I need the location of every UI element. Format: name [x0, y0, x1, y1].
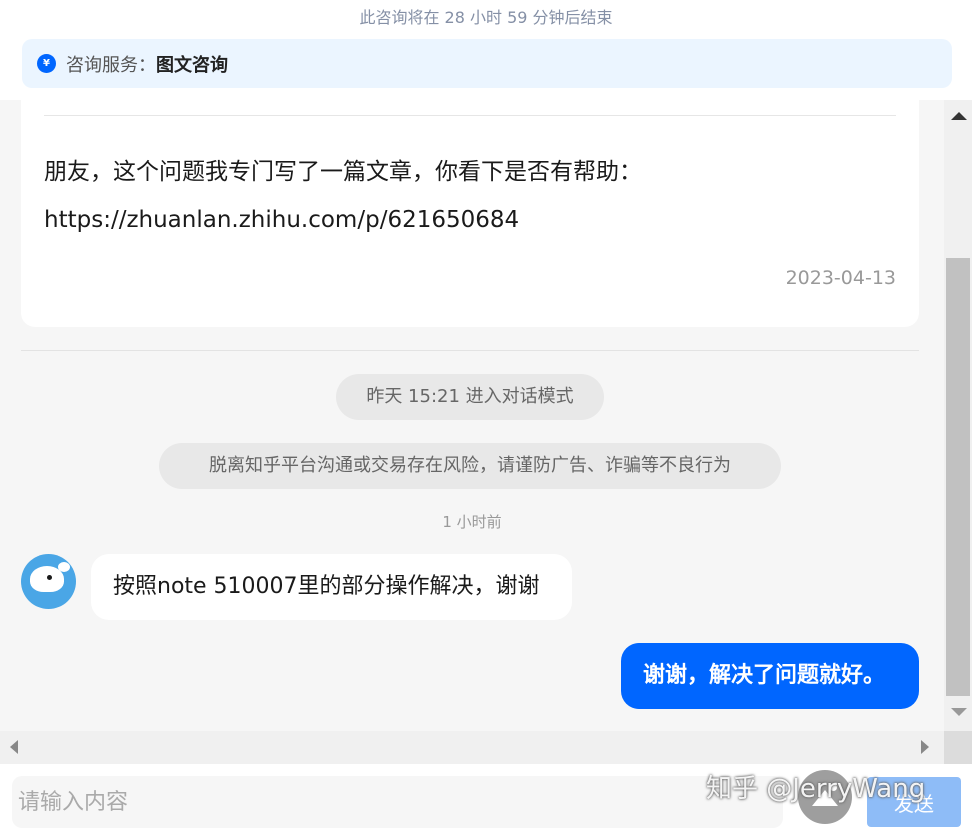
horizontal-scrollbar[interactable]	[0, 731, 944, 764]
image-icon-sun	[830, 784, 837, 791]
image-icon	[812, 790, 838, 806]
scrollbar-corner	[944, 731, 972, 764]
yen-icon: ¥	[37, 54, 56, 73]
service-label: 咨询服务：	[66, 54, 156, 76]
vertical-scroll-thumb[interactable]	[946, 258, 970, 696]
article-link[interactable]: https://zhuanlan.zhihu.com/p/621650684	[44, 196, 884, 244]
image-upload-button[interactable]	[798, 770, 852, 824]
card-date: 2023-04-13	[785, 267, 896, 289]
mode-notice-pill: 昨天 15:21 进入对话模式	[336, 374, 604, 420]
consultation-countdown: 此咨询将在 28 小时 59 分钟后结束	[359, 8, 613, 27]
message-input[interactable]	[12, 776, 783, 828]
vertical-scrollbar[interactable]	[944, 100, 972, 731]
scroll-up-arrow-icon[interactable]	[951, 112, 967, 120]
card-divider	[44, 115, 896, 116]
message-composer: 发送	[0, 764, 972, 830]
scroll-down-arrow-icon[interactable]	[951, 708, 967, 716]
service-info-bar: ¥ 咨询服务： 图文咨询	[22, 39, 952, 88]
article-message-card: 朋友，这个问题我专门写了一篇文章，你看下是否有帮助： https://zhuan…	[21, 100, 919, 327]
card-message-line: 朋友，这个问题我专门写了一篇文章，你看下是否有帮助：	[44, 159, 642, 185]
avatar-eye	[47, 575, 52, 580]
chat-message-list[interactable]: 朋友，这个问题我专门写了一篇文章，你看下是否有帮助： https://zhuan…	[0, 100, 944, 731]
incoming-message-bubble: 按照note 510007里的部分操作解决，谢谢	[91, 554, 572, 620]
send-button[interactable]: 发送	[867, 777, 961, 827]
scroll-left-arrow-icon[interactable]	[10, 740, 18, 754]
service-type: 图文咨询	[156, 54, 228, 76]
risk-warning-pill: 脱离知乎平台沟通或交易存在风险，请谨防广告、诈骗等不良行为	[159, 443, 781, 489]
scroll-right-arrow-icon[interactable]	[921, 740, 929, 754]
section-divider	[21, 350, 919, 351]
message-timestamp: 1 小时前	[442, 513, 502, 531]
user-avatar[interactable]	[21, 554, 76, 609]
outgoing-message-bubble: 谢谢，解决了问题就好。	[621, 643, 919, 709]
avatar-ear	[58, 562, 70, 572]
card-message-text: 朋友，这个问题我专门写了一篇文章，你看下是否有帮助： https://zhuan…	[44, 148, 884, 244]
